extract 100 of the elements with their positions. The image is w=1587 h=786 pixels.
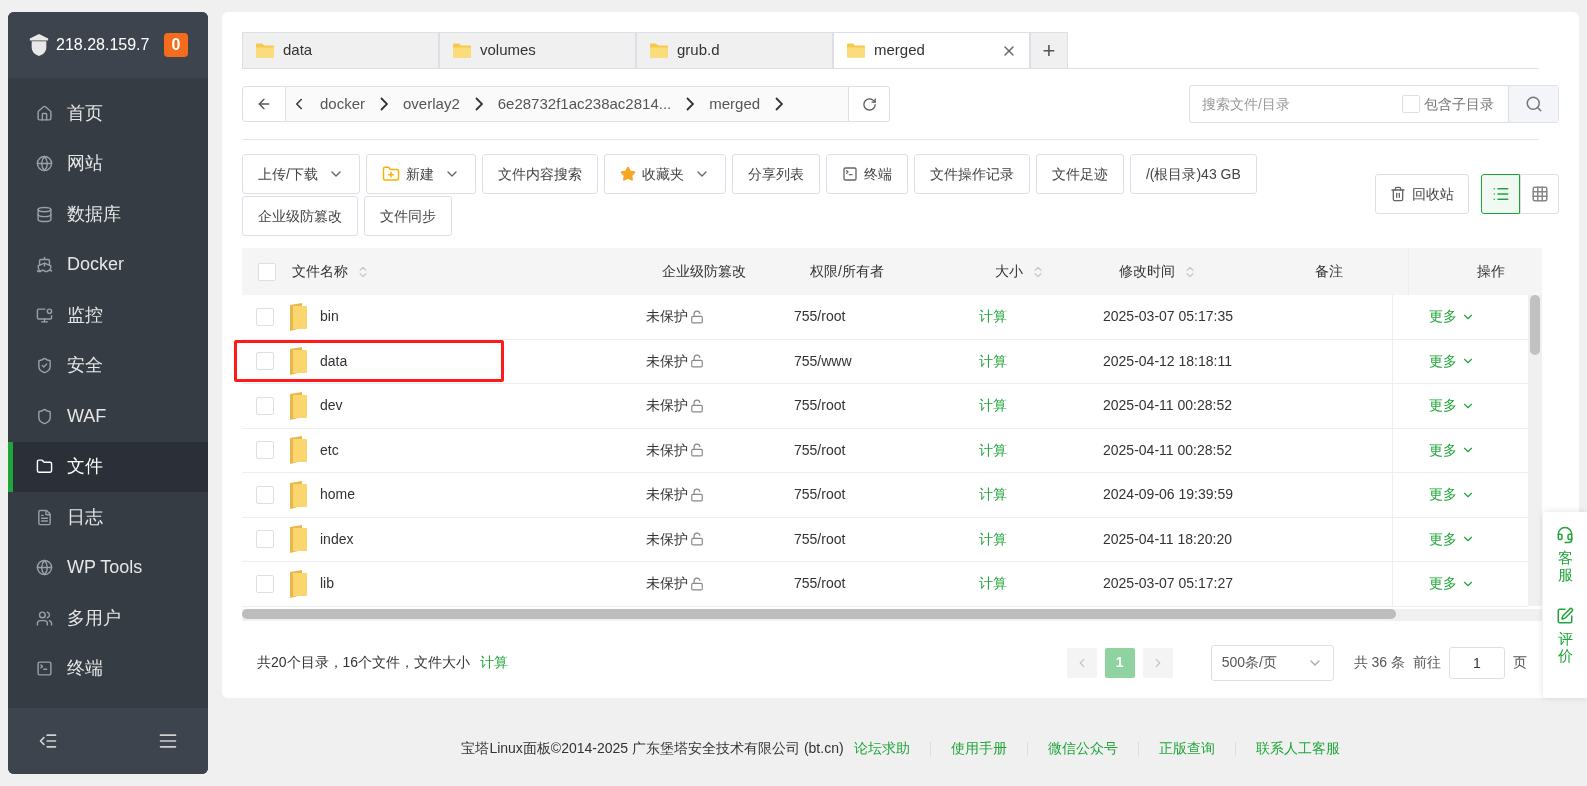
column-header[interactable]: 文件名称 [292, 261, 370, 282]
sidebar-item[interactable]: 终端 [8, 643, 208, 694]
table-row[interactable]: bin 未保护 755/root 计算 2025-03-07 05:17:35 更多 [242, 295, 1528, 340]
breadcrumb-link[interactable]: docker [312, 92, 374, 116]
home-icon [36, 104, 53, 122]
sidebar-item[interactable]: WP Tools [8, 542, 208, 593]
search-field[interactable]: 搜索文件/目录 [1190, 93, 1370, 115]
checkbox[interactable] [255, 307, 274, 326]
column-header[interactable]: 修改时间 [1119, 261, 1197, 282]
table-cell: 2025-04-11 00:28:52 [1103, 397, 1232, 414]
file-name[interactable]: etc [320, 439, 339, 461]
table-row[interactable]: dev 未保护 755/root 计算 2025-04-11 00:28:52 更多 [242, 384, 1528, 429]
search-bar[interactable]: 搜索文件/目录 包含子目录 [1189, 85, 1559, 123]
toolbar-button[interactable]: 分享列表 [731, 154, 820, 194]
checkbox[interactable] [255, 485, 274, 504]
sidebar-item[interactable]: Docker [8, 239, 208, 290]
checkbox[interactable] [1402, 95, 1420, 113]
protection-status: 未保护 [646, 307, 688, 327]
globe-icon [36, 155, 53, 173]
server-ip: 218.28.159.7 [56, 35, 150, 55]
table-row[interactable]: index 未保护 755/root 计算 2025-04-11 18:20:20 更多 [242, 517, 1528, 562]
checkbox[interactable] [255, 441, 274, 460]
toolbar-button[interactable]: 文件足迹 [1035, 154, 1124, 194]
page-size-select[interactable]: 500条/页 [1210, 644, 1334, 681]
checkbox[interactable] [255, 352, 274, 371]
sidebar-item[interactable]: 文件 [8, 441, 208, 492]
menu-icon[interactable] [158, 731, 178, 751]
edit-icon [1556, 607, 1574, 625]
unlock-icon[interactable] [690, 532, 704, 547]
folder-icon [288, 435, 308, 466]
sidebar-item[interactable]: 网站 [8, 138, 208, 189]
toolbar-button[interactable]: 企业级防篡改 [242, 196, 358, 236]
toolbar-button[interactable]: 终端 [825, 154, 908, 194]
sidebar-item[interactable]: 日志 [8, 492, 208, 543]
column-header[interactable]: 大小 [995, 261, 1045, 282]
database-icon [36, 205, 53, 223]
list-view-button[interactable] [1481, 174, 1520, 214]
table-row[interactable]: home 未保护 755/root 计算 2024-09-06 19:39:59 更多 [242, 473, 1528, 518]
recycle-bin-button[interactable]: 回收站 [1375, 174, 1469, 214]
sidebar-item[interactable]: 监控 [8, 290, 208, 341]
file-name[interactable]: lib [320, 573, 334, 595]
breadcrumb-link[interactable]: 6e28732f1ac238ac2814... [489, 92, 680, 116]
checkbox[interactable] [258, 262, 276, 281]
folder-plus-icon [381, 165, 400, 183]
checkbox[interactable] [255, 530, 274, 549]
unlock-icon[interactable] [690, 487, 704, 502]
folder-tab[interactable]: grub.d [636, 32, 833, 68]
file-name[interactable]: index [320, 528, 354, 550]
toolbar-button[interactable]: 收藏夹 [603, 154, 726, 194]
toolbar-button[interactable]: /(根目录)43 GB [1129, 154, 1257, 194]
unlock-icon[interactable] [690, 443, 704, 458]
refresh-button[interactable] [848, 86, 890, 122]
file-name[interactable]: home [320, 484, 356, 506]
file-name[interactable]: bin [320, 306, 339, 328]
checkbox[interactable] [255, 396, 274, 415]
breadcrumb-link[interactable]: merged [701, 92, 769, 116]
chevron-right-icon [686, 97, 695, 111]
table-cell: 2025-04-11 00:28:52 [1103, 441, 1232, 458]
table-cell: 755/root [794, 486, 846, 503]
file-name[interactable]: data [320, 350, 348, 372]
grid-icon [1530, 185, 1549, 203]
sidebar-item[interactable]: 数据库 [8, 189, 208, 240]
back-button[interactable] [242, 86, 286, 122]
shield-check-icon [36, 357, 53, 375]
table-row[interactable]: data 未保护 755/www 计算 2025-04-12 18:18:11 更多 [242, 339, 1528, 384]
copyright-text: 宝塔Linux面板©2014-2025 广东堡塔安全技术有限公司 (bt.cn) [461, 739, 844, 758]
folder-icon [288, 524, 308, 555]
folder-tab[interactable]: volumes [439, 32, 636, 68]
file-name[interactable]: dev [320, 395, 343, 417]
collapse-icon[interactable] [38, 731, 58, 751]
table-row[interactable]: lib 未保护 755/root 计算 2025-03-07 05:17:27 更多 [242, 562, 1528, 607]
folder-icon [288, 390, 308, 421]
folder-icon [452, 42, 472, 59]
trash-icon [1390, 186, 1406, 202]
search-button[interactable] [1508, 86, 1558, 122]
table-row[interactable]: etc 未保护 755/root 计算 2025-04-11 00:28:52 更多 [242, 428, 1528, 473]
sidebar-item[interactable]: 多用户 [8, 593, 208, 644]
toolbar-button[interactable]: 上传/下载 [242, 154, 360, 194]
grid-view-button[interactable] [1520, 174, 1559, 214]
unlock-icon[interactable] [690, 576, 704, 591]
toolbar-button[interactable]: 新建 [365, 154, 476, 194]
toolbar-button[interactable]: 文件内容搜索 [481, 154, 598, 194]
page-number-field[interactable]: 1 [1449, 646, 1505, 679]
sidebar-item[interactable]: WAF [8, 391, 208, 442]
folder-icon [288, 346, 308, 377]
breadcrumb-link[interactable]: overlay2 [395, 92, 468, 116]
sidebar-item[interactable]: 安全 [8, 340, 208, 391]
folder-icon [846, 42, 866, 59]
toolbar-button[interactable]: 文件同步 [364, 196, 452, 236]
folder-tab[interactable]: data [242, 32, 439, 68]
toolbar-button[interactable]: 文件操作记录 [913, 154, 1030, 194]
unlock-icon[interactable] [690, 398, 704, 413]
folder-tab[interactable]: merged [833, 32, 1030, 68]
sidebar-item[interactable]: 首页 [8, 88, 208, 139]
protection-status: 未保护 [646, 440, 688, 460]
checkbox[interactable] [255, 574, 274, 593]
add-tab-button[interactable]: + [1030, 32, 1068, 68]
unlock-icon[interactable] [690, 354, 704, 369]
table-cell: 2025-04-11 18:20:20 [1103, 530, 1232, 547]
unlock-icon[interactable] [690, 309, 704, 324]
